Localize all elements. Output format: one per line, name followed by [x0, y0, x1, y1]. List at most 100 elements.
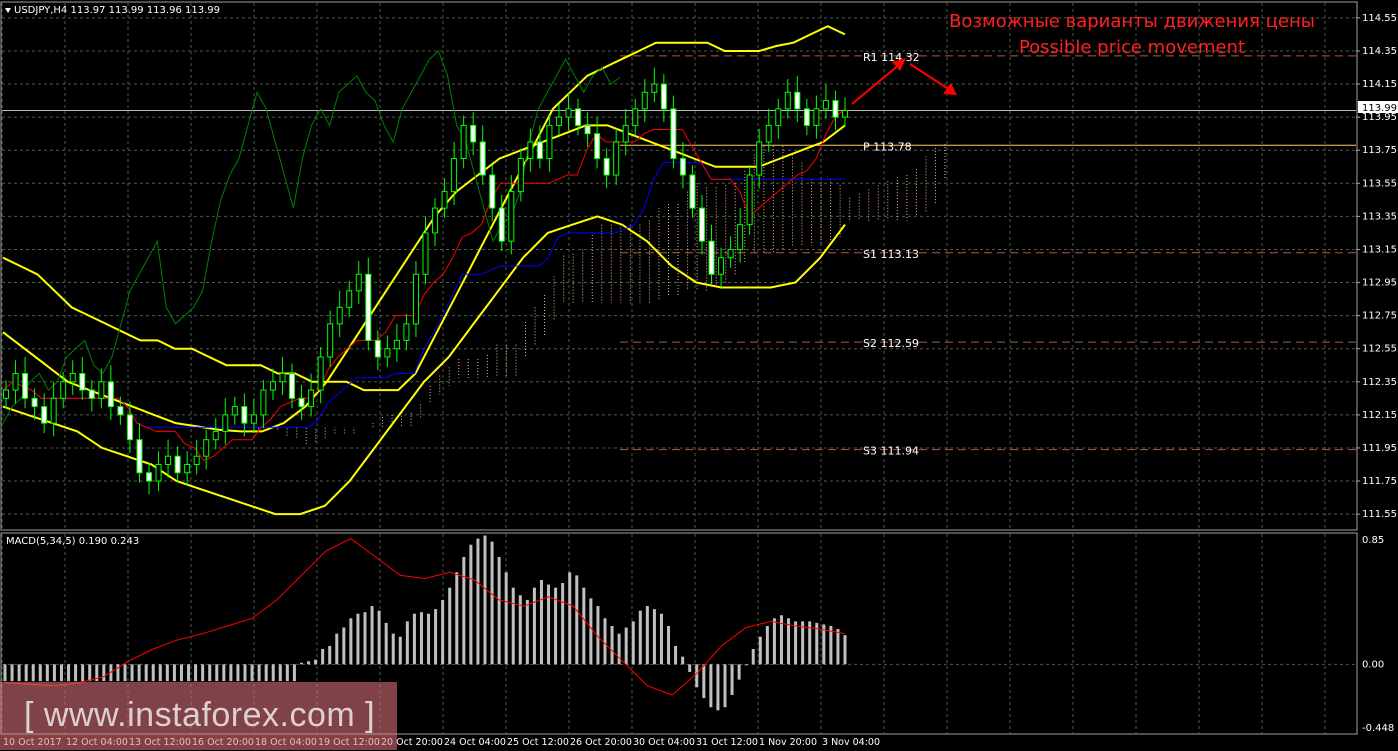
macd-tick-label: -0.448: [1362, 723, 1394, 734]
candle-body: [803, 108, 810, 126]
candle-body: [250, 414, 257, 424]
y-tick-label: 111.75: [1362, 476, 1397, 487]
x-tick-label: 31 Oct 12:00: [696, 737, 758, 748]
macd-bar: [843, 635, 847, 665]
macd-bar: [794, 621, 798, 665]
macd-bar: [10, 664, 14, 682]
macd-bar: [38, 664, 42, 682]
x-tick-label: 1 Nov 20:00: [759, 737, 817, 748]
candle-body: [184, 463, 191, 474]
macd-bar: [52, 664, 56, 682]
candle-body: [231, 406, 238, 416]
candle-body: [327, 323, 334, 358]
candle-body: [155, 463, 162, 482]
macd-bar: [667, 625, 671, 665]
macd-bar: [250, 664, 254, 682]
macd-bar: [462, 556, 466, 665]
macd-bar: [201, 664, 205, 682]
y-tick-label: 113.15: [1362, 244, 1397, 255]
macd-bar: [539, 579, 543, 665]
candle-body: [289, 373, 296, 399]
candle-body: [842, 110, 848, 118]
candle-body: [355, 273, 362, 292]
macd-bar: [179, 664, 183, 682]
macd-bar: [165, 664, 169, 682]
candle-body: [489, 174, 496, 209]
y-tick-label: 112.75: [1362, 311, 1397, 322]
candle-body: [117, 406, 124, 416]
candle-body: [22, 373, 29, 399]
macd-bar: [469, 544, 473, 665]
candle-body: [298, 397, 305, 408]
macd-bar: [617, 633, 621, 665]
macd-bar: [17, 664, 21, 682]
price-chart[interactable]: R1 114.32 P 113.78 S1 113.13 S2 112.59 S3 11…: [0, 0, 1398, 751]
symbol-header: USDJPY,H4 113.97 113.99 113.96 113.99: [14, 5, 220, 16]
y-tick-label: 114.15: [1362, 79, 1397, 90]
macd-bar: [688, 664, 692, 672]
macd-bar: [356, 613, 360, 665]
candle-body: [441, 191, 448, 209]
candle-body: [632, 108, 639, 126]
candle-body: [622, 124, 629, 143]
candle-body: [279, 373, 286, 383]
macd-bar: [561, 583, 565, 665]
macd-bar: [589, 598, 593, 665]
macd-bar: [130, 664, 134, 682]
macd-bar: [575, 575, 579, 665]
macd-bar: [264, 664, 268, 682]
candle-body: [660, 83, 667, 110]
current-price-label: 113.99: [1362, 103, 1397, 114]
macd-bar: [151, 664, 155, 682]
macd-bar: [779, 615, 783, 665]
x-tick-label: 26 Oct 20:00: [570, 737, 632, 748]
macd-bar: [434, 609, 438, 665]
candle-body: [584, 124, 591, 135]
y-tick-label: 112.35: [1362, 377, 1397, 388]
macd-bar: [744, 664, 748, 666]
level-label-s2: S2 112.59: [863, 337, 919, 350]
y-tick-label: 111.55: [1362, 509, 1397, 520]
candle-body: [393, 339, 400, 350]
macd-bar: [349, 618, 353, 665]
watermark-text: [ www.instaforex.com ]: [24, 696, 376, 734]
candle-body: [508, 191, 515, 242]
macd-bar: [490, 541, 494, 665]
candle-body: [575, 108, 582, 126]
macd-bar: [172, 664, 176, 682]
macd-bar: [208, 664, 212, 682]
candle-body: [756, 141, 763, 176]
macd-bar: [702, 664, 706, 699]
macd-bar: [292, 664, 296, 682]
candle-body: [708, 240, 715, 275]
candle-body: [79, 373, 86, 391]
y-tick-label: 112.95: [1362, 278, 1397, 289]
candle-body: [594, 133, 601, 159]
candle-body: [336, 306, 343, 325]
macd-bar: [631, 621, 635, 665]
candle-body: [126, 414, 133, 441]
candle-body: [718, 257, 725, 275]
macd-bar: [751, 648, 755, 665]
macd-bar: [314, 659, 318, 665]
macd-bar: [3, 664, 7, 682]
candle-body: [784, 91, 791, 110]
macd-bar: [836, 629, 840, 665]
macd-bar: [24, 664, 28, 682]
macd-bar: [772, 618, 776, 665]
x-tick-label: 30 Oct 04:00: [633, 737, 695, 748]
candle-body: [737, 224, 744, 250]
macd-bar: [582, 587, 586, 665]
candle-body: [136, 439, 143, 474]
candle-body: [546, 124, 553, 159]
macd-bar: [229, 664, 233, 682]
macd-bar: [525, 599, 529, 665]
candle-body: [517, 157, 524, 193]
macd-bar: [144, 664, 148, 682]
candle-body: [470, 124, 477, 143]
candle-body: [260, 389, 267, 416]
candle-body: [3, 389, 9, 399]
macd-bar: [723, 664, 727, 708]
candle-body: [479, 141, 486, 176]
macd-bar: [335, 633, 339, 665]
